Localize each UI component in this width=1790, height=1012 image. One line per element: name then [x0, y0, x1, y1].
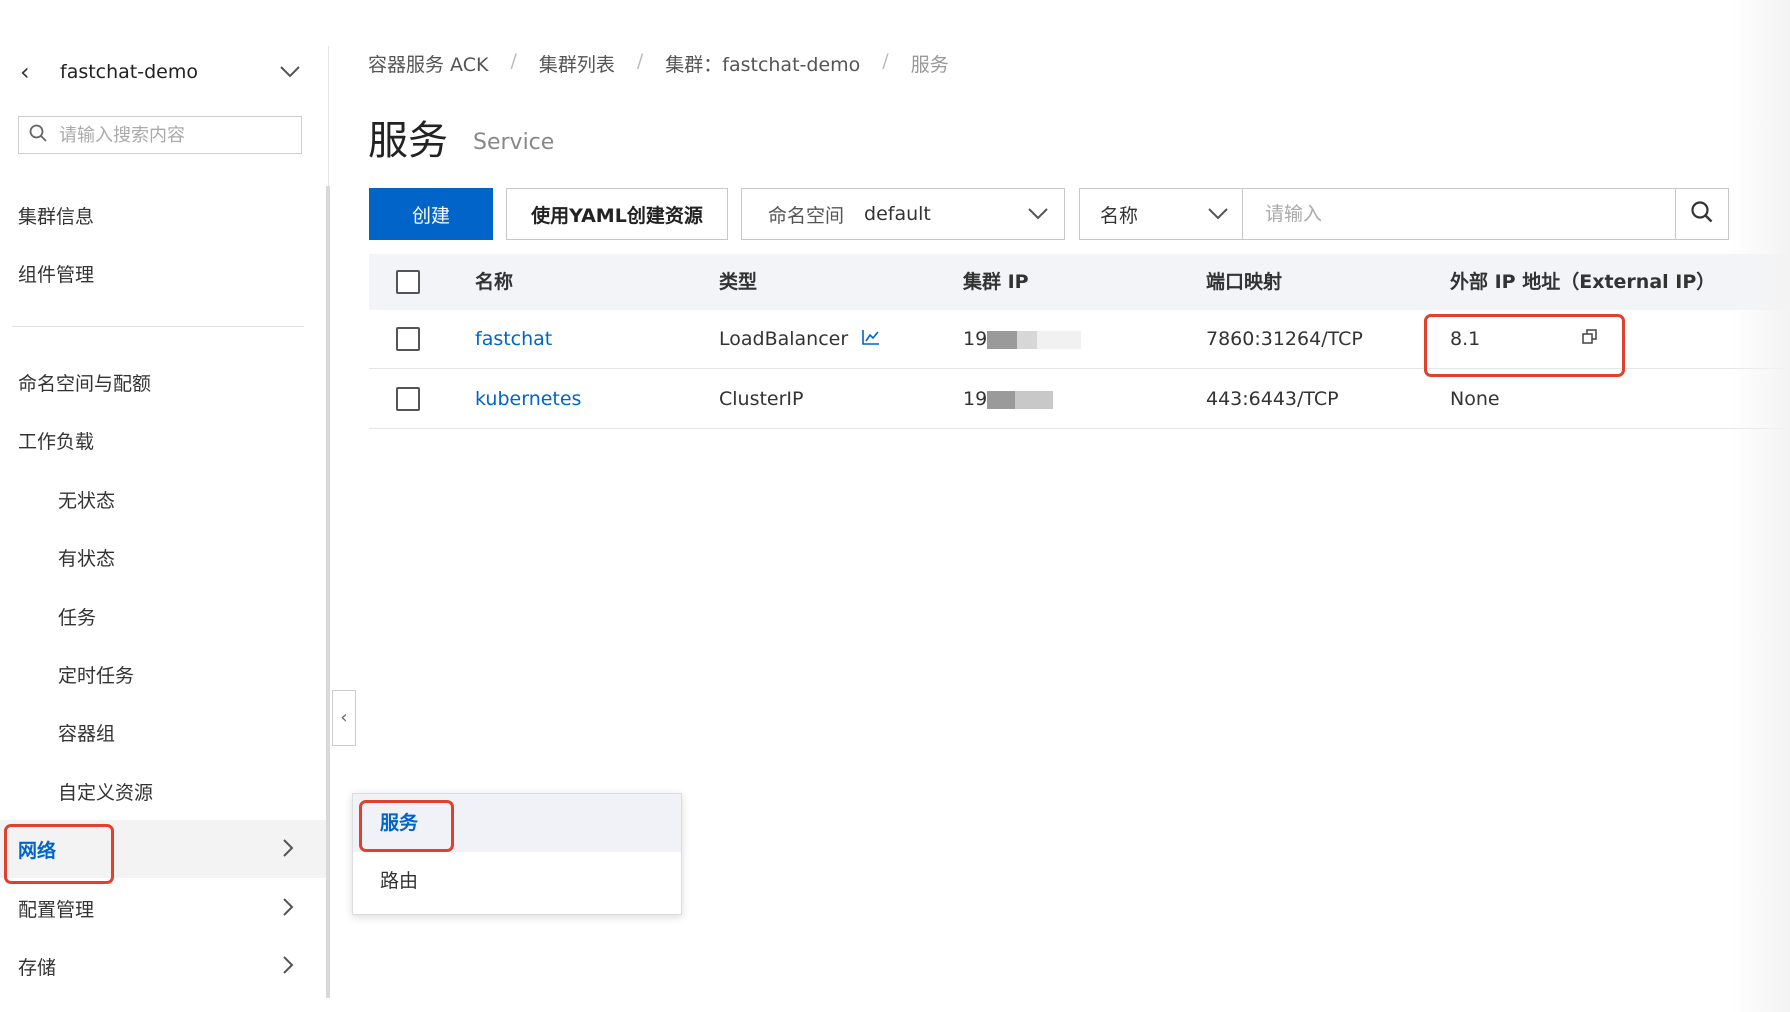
- service-type: LoadBalancer: [719, 328, 849, 350]
- breadcrumb-separator: /: [882, 50, 889, 72]
- external-ip-cell: None: [1450, 388, 1500, 410]
- sidebar-item-config[interactable]: 配置管理: [18, 895, 94, 925]
- breadcrumb-separator: /: [636, 50, 644, 72]
- service-name-cell: fastchat: [475, 310, 552, 368]
- filter-input-wrapper: [1242, 188, 1676, 240]
- breadcrumb: 容器服务 ACK / 集群列表 / 集群：fastchat-demo / 服务: [368, 50, 949, 77]
- sidebar-search-input[interactable]: [57, 123, 281, 147]
- sidebar-item-deployments[interactable]: 无状态: [58, 486, 115, 516]
- namespace-label: 命名空间: [768, 204, 845, 227]
- sidebar-item-custom-resources[interactable]: 自定义资源: [58, 778, 153, 808]
- sidebar-item-components[interactable]: 组件管理: [18, 260, 94, 290]
- breadcrumb-cluster-list[interactable]: 集群列表: [539, 50, 615, 77]
- edge-shadow: [1730, 0, 1790, 1012]
- sidebar-item-jobs[interactable]: 任务: [58, 603, 96, 633]
- select-all-checkbox[interactable]: [396, 270, 420, 294]
- breadcrumb-cluster[interactable]: 集群：fastchat-demo: [665, 50, 860, 77]
- sidebar-item-cluster-info[interactable]: 集群信息: [18, 202, 94, 232]
- row-checkbox[interactable]: [396, 327, 420, 351]
- sidebar: ‹ fastchat-demo 集群信息 组件管理 命名空间与配额 工作负载 无…: [0, 0, 328, 1012]
- sidebar-item-workloads[interactable]: 工作负载: [18, 427, 94, 457]
- sidebar-search[interactable]: [18, 116, 302, 154]
- sidebar-scrollbar[interactable]: [326, 186, 330, 998]
- column-header-external-ip: 外部 IP 地址（External IP）: [1450, 271, 1716, 293]
- namespace-value: default: [864, 203, 931, 225]
- sidebar-divider: [12, 326, 304, 327]
- filter-field-select[interactable]: 名称: [1079, 188, 1243, 240]
- monitor-chart-icon[interactable]: [862, 328, 880, 350]
- redacted-mask: [987, 390, 1016, 409]
- chevron-down-icon: [1208, 203, 1228, 225]
- submenu-item-ingress[interactable]: 路由: [353, 852, 681, 910]
- breadcrumb-separator: /: [510, 50, 517, 72]
- search-icon: [19, 124, 57, 147]
- column-header-ports: 端口映射: [1206, 271, 1283, 293]
- cluster-ip-value: 19: [963, 328, 988, 350]
- cluster-name: fastchat-demo: [60, 61, 199, 83]
- cluster-ip-value: 19: [963, 388, 988, 410]
- cluster-ip-cell: 19: [963, 370, 1054, 428]
- service-name-cell: kubernetes: [475, 370, 581, 428]
- breadcrumb-ack[interactable]: 容器服务 ACK: [368, 50, 488, 77]
- column-header-cluster-ip: 集群 IP: [963, 271, 1029, 293]
- page-title: 服务: [368, 118, 448, 164]
- create-button[interactable]: 创建: [369, 188, 493, 240]
- redacted-mask: [1015, 390, 1054, 409]
- chevron-right-icon[interactable]: [282, 955, 294, 981]
- highlight-box-external-ip: [1424, 314, 1625, 377]
- sidebar-item-namespaces[interactable]: 命名空间与配额: [18, 369, 151, 399]
- highlight-box-services: [359, 800, 454, 852]
- namespace-select[interactable]: 命名空间 default: [741, 188, 1065, 240]
- column-header-name[interactable]: 名称: [475, 254, 513, 310]
- filter-input[interactable]: [1263, 189, 1627, 239]
- sidebar-border: [328, 46, 329, 186]
- filter-field-value: 名称: [1100, 204, 1139, 227]
- chevron-right-icon[interactable]: [282, 897, 294, 923]
- service-type-cell: LoadBalancer: [719, 310, 880, 368]
- chevron-right-icon[interactable]: [282, 838, 294, 864]
- ports-cell: 443:6443/TCP: [1206, 388, 1339, 410]
- chevron-down-icon[interactable]: [280, 62, 300, 83]
- chevron-down-icon: [1028, 203, 1048, 225]
- table-row: kubernetes ClusterIP 19 443:6443/TCP Non…: [369, 370, 1790, 429]
- collapse-sidebar-button[interactable]: ‹: [332, 690, 356, 746]
- redacted-mask: [1017, 330, 1038, 349]
- highlight-box-network: [4, 824, 114, 884]
- table-header: 名称 类型 集群 IP 端口映射 外部 IP 地址（External IP）: [369, 254, 1790, 310]
- sidebar-item-cronjobs[interactable]: 定时任务: [58, 661, 134, 691]
- page-subtitle: Service: [473, 130, 555, 155]
- sidebar-item-statefulsets[interactable]: 有状态: [58, 544, 115, 574]
- breadcrumb-current: 服务: [910, 54, 949, 76]
- column-header-type: 类型: [719, 271, 758, 293]
- sidebar-item-storage[interactable]: 存储: [18, 953, 56, 983]
- service-type: ClusterIP: [719, 388, 804, 410]
- cluster-ip-cell: 19: [963, 310, 1082, 368]
- cluster-switcher[interactable]: ‹ fastchat-demo: [20, 54, 300, 90]
- ports-cell: 7860:31264/TCP: [1206, 328, 1363, 350]
- row-checkbox[interactable]: [396, 387, 420, 411]
- create-from-yaml-button[interactable]: 使用YAML创建资源: [506, 188, 728, 240]
- search-button[interactable]: [1675, 188, 1729, 240]
- sidebar-item-pods[interactable]: 容器组: [58, 719, 115, 749]
- redacted-mask: [987, 330, 1018, 349]
- search-icon: [1691, 201, 1713, 227]
- back-arrow-icon[interactable]: ‹: [20, 58, 60, 86]
- redacted-mask: [1037, 330, 1082, 349]
- service-name-link[interactable]: kubernetes: [475, 388, 581, 410]
- service-name-link[interactable]: fastchat: [475, 328, 552, 350]
